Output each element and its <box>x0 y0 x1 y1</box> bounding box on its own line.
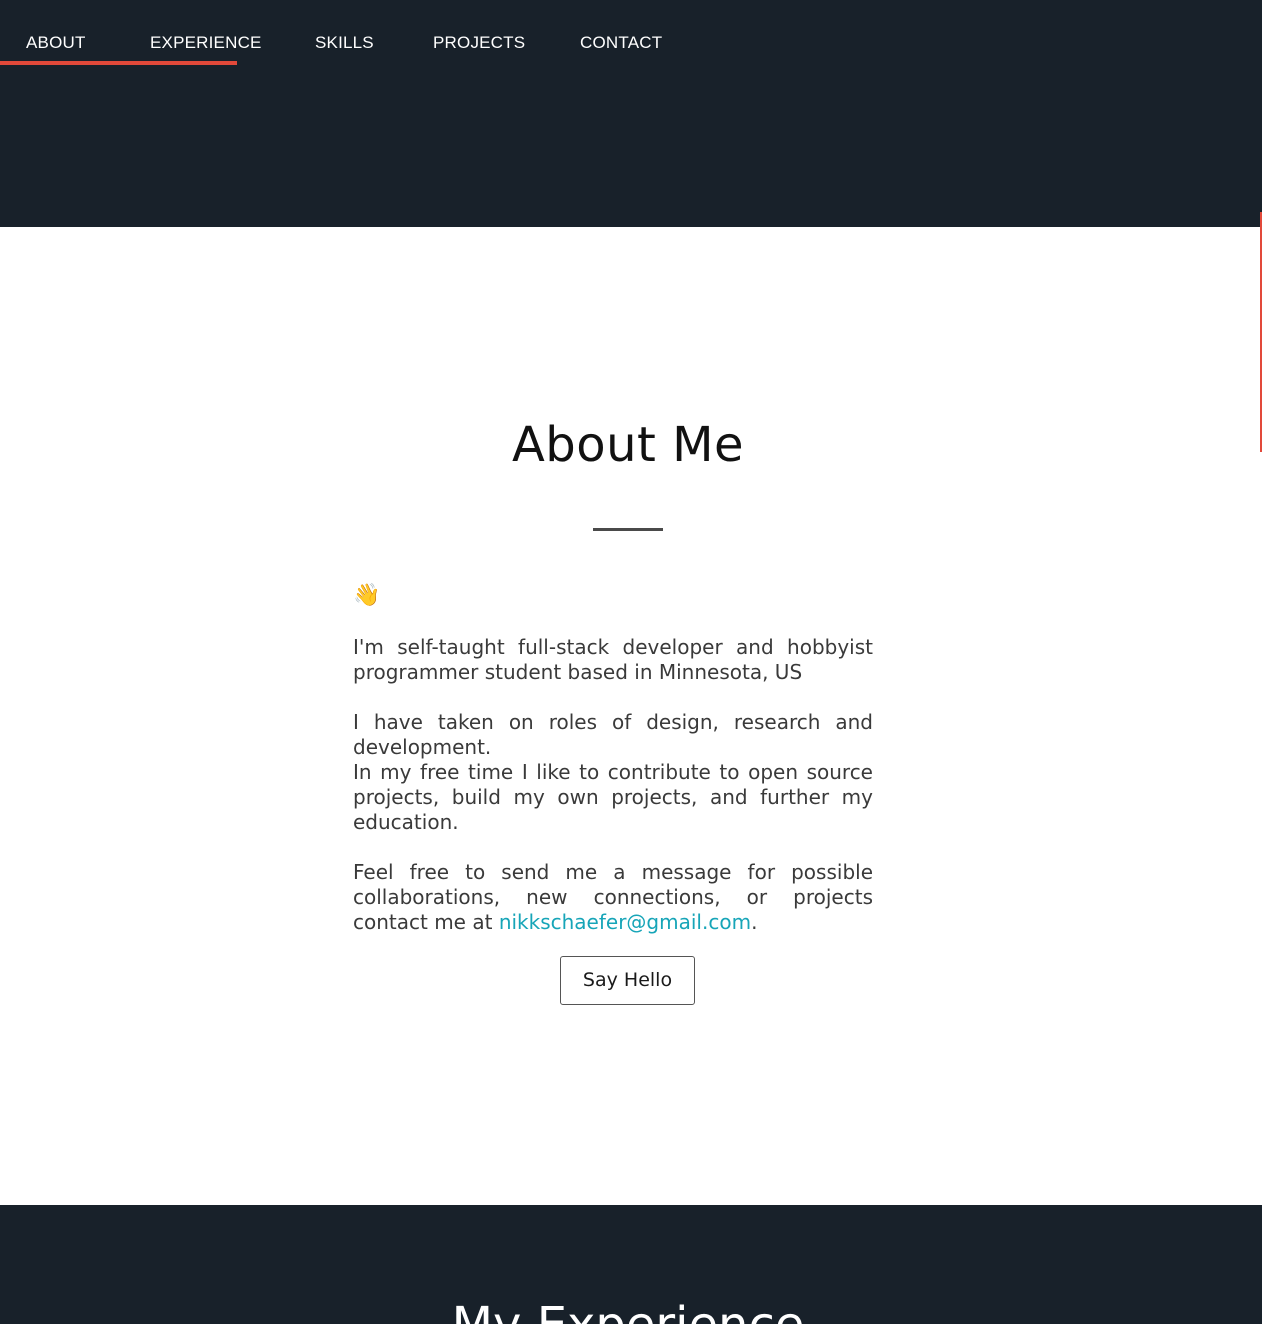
title-divider <box>593 528 663 531</box>
bio-paragraph-intro: I'm self-taught full-stack developer and… <box>353 635 873 684</box>
bio-paragraph-free-time: In my free time I like to contribute to … <box>353 760 873 834</box>
main-nav: ABOUT EXPERIENCE SKILLS PROJECTS CONTACT <box>0 0 1262 66</box>
nav-item-projects[interactable]: PROJECTS <box>433 33 525 53</box>
nav-item-about[interactable]: ABOUT <box>26 33 86 53</box>
nav-active-indicator <box>0 61 237 65</box>
email-link[interactable]: nikkschaefer@gmail.com <box>499 910 751 934</box>
waving-hand-icon: 👋 <box>353 583 381 608</box>
nav-item-experience[interactable]: EXPERIENCE <box>150 33 262 53</box>
nav-item-skills[interactable]: SKILLS <box>315 33 374 53</box>
bio-paragraph-contact: Feel free to send me a message for possi… <box>353 860 873 935</box>
about-section: About Me 👋 I'm self-taught full-stack de… <box>0 227 1262 1205</box>
about-bio: I'm self-taught full-stack developer and… <box>353 635 873 935</box>
about-title: About Me <box>511 417 745 473</box>
contact-text-end: . <box>751 910 758 934</box>
bio-paragraph-roles: I have taken on roles of design, researc… <box>353 710 873 759</box>
say-hello-button[interactable]: Say Hello <box>560 956 695 1005</box>
experience-section: My Experience <box>0 1205 1262 1324</box>
nav-item-contact[interactable]: CONTACT <box>580 33 662 53</box>
experience-title: My Experience <box>0 1297 1256 1324</box>
